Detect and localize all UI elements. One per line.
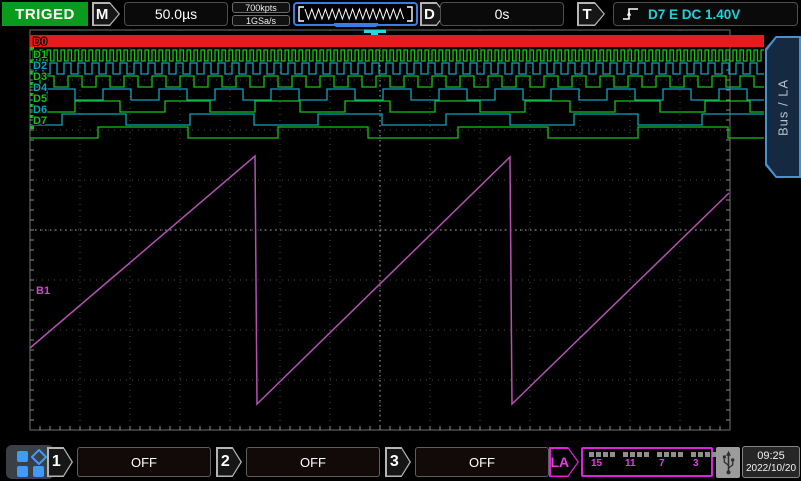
apps-diamond-icon	[31, 449, 48, 466]
la-group-label: 11	[623, 459, 649, 469]
la-group-11-8: 11	[623, 452, 649, 475]
menu-1-number: 1	[47, 447, 66, 477]
timebase-badge[interactable]: M	[92, 2, 120, 26]
bottom-menu-bar: 1 OFF 2 OFF 3 OFF LA 15 11	[0, 441, 801, 481]
apps-icon-2	[17, 466, 28, 477]
la-group-label: 3	[691, 459, 717, 469]
waveform-preview[interactable]	[293, 2, 418, 26]
top-status-bar: TRIGED M 50.0µs 700kpts 1GSa/s D 0s T	[0, 0, 801, 28]
scope-display: D0D1D2D3D4D5D6D7B1	[0, 0, 801, 481]
la-group-label: 15	[589, 459, 615, 469]
channel-D6-trace	[30, 114, 764, 125]
menu-3-value[interactable]: OFF	[415, 447, 549, 477]
menu-3-number: 3	[385, 447, 404, 477]
bus-b1-label[interactable]: B1	[36, 285, 50, 297]
memory-depth-readout: 700kpts	[232, 2, 290, 13]
menu-2-number: 2	[216, 447, 235, 477]
la-group-7-4: 7	[657, 452, 683, 475]
channel-D1-trace	[30, 50, 764, 61]
h-offset-readout[interactable]: 0s	[440, 2, 564, 26]
trigger-status-badge: TRIGED	[2, 2, 88, 26]
oscilloscope-screen: D0D1D2D3D4D5D6D7B1 TRIGED M 50.0µs 700kp…	[0, 0, 801, 481]
channel-D0-trace	[30, 35, 764, 47]
la-group-15-12: 15	[589, 452, 615, 475]
usb-status	[716, 447, 740, 478]
clock-time: 09:25	[757, 450, 785, 463]
channel-D0-label[interactable]: D0	[33, 36, 47, 48]
usb-icon	[721, 449, 736, 476]
channel-D7-label[interactable]: D7	[33, 115, 47, 127]
la-group-3-0: 3	[691, 452, 717, 475]
preview-window-handle[interactable]	[334, 23, 378, 27]
la-group-label: 7	[657, 459, 683, 469]
channel-D3-trace	[30, 76, 764, 87]
la-badge-label: LA	[549, 447, 571, 477]
trigger-readout[interactable]: D7 E DC 1.40V	[613, 2, 798, 26]
menu-3-badge[interactable]: 3	[385, 447, 411, 477]
channel-D5-trace	[30, 101, 764, 112]
timebase-readout[interactable]: 50.0µs	[124, 2, 228, 26]
bus-la-tab[interactable]: Bus / LA	[765, 36, 801, 178]
bus-la-tab-label: Bus / LA	[765, 36, 801, 178]
menu-1-badge[interactable]: 1	[47, 447, 73, 477]
apps-icon-3	[33, 466, 44, 477]
channel-D2-trace	[30, 63, 764, 74]
channel-D4-trace	[30, 89, 764, 100]
clock-date: 2022/10/20	[746, 463, 796, 475]
timebase-badge-label: M	[92, 2, 112, 26]
preview-waveform-icon	[295, 4, 416, 24]
trigger-position-marker[interactable]	[364, 30, 386, 34]
apps-icon	[17, 451, 28, 462]
menu-2-badge[interactable]: 2	[216, 447, 242, 477]
la-channel-status[interactable]: 15 11 7 3	[581, 447, 713, 477]
rising-edge-icon	[622, 6, 640, 22]
channel-D7-trace	[30, 127, 764, 138]
menu-1-value[interactable]: OFF	[77, 447, 211, 477]
clock-display: 09:25 2022/10/20	[742, 446, 800, 478]
menu-2-value[interactable]: OFF	[246, 447, 380, 477]
trigger-badge[interactable]: T	[577, 2, 605, 26]
sample-rate-readout: 1GSa/s	[232, 15, 290, 26]
la-badge[interactable]: LA	[549, 447, 579, 477]
h-offset-badge-label: D	[420, 2, 439, 26]
trigger-badge-label: T	[577, 2, 597, 26]
trigger-source-readout: D7 E DC 1.40V	[648, 7, 740, 22]
